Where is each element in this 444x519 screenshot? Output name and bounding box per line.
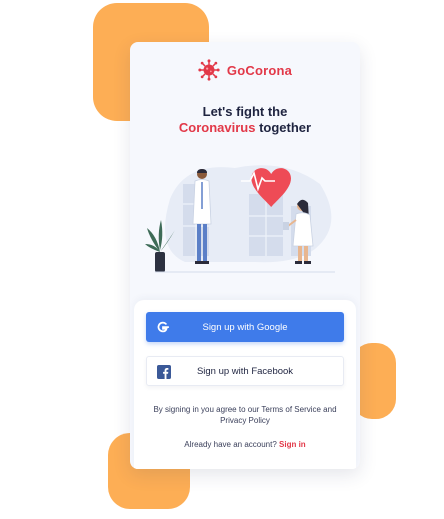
sign-up-facebook-button[interactable]: Sign up with Facebook	[146, 356, 344, 386]
facebook-button-label: Sign up with Facebook	[196, 365, 294, 377]
doctors-illustration	[145, 165, 335, 273]
account-prompt: Already have an account? Sign in	[134, 440, 356, 449]
headline-rest: together	[255, 120, 312, 135]
terms-text: By signing in you agree to our Terms of …	[153, 405, 337, 425]
sign-up-google-button[interactable]: Sign up with Google	[146, 312, 344, 342]
app-name: GoCorona	[226, 62, 293, 78]
headline-accent: Coronavirus	[178, 120, 256, 135]
virus-icon	[198, 59, 220, 81]
signup-sheet: Sign up with Google Sign up with Faceboo…	[134, 300, 356, 469]
account-prompt-text: Already have an account?	[184, 440, 280, 449]
sign-in-link[interactable]: Sign in	[279, 440, 306, 449]
page-title: Let's fight the Coronavirus together	[130, 104, 360, 136]
headline-line2: Coronavirus together	[130, 120, 360, 136]
headline-line1: Let's fight the	[202, 104, 288, 119]
google-button-label: Sign up with Google	[202, 321, 288, 333]
app-logo: GoCorona	[130, 59, 360, 81]
phone-screen: GoCorona Let's fight the Coronavirus tog…	[130, 42, 360, 469]
facebook-f-icon	[157, 365, 171, 379]
google-g-icon	[157, 321, 170, 333]
